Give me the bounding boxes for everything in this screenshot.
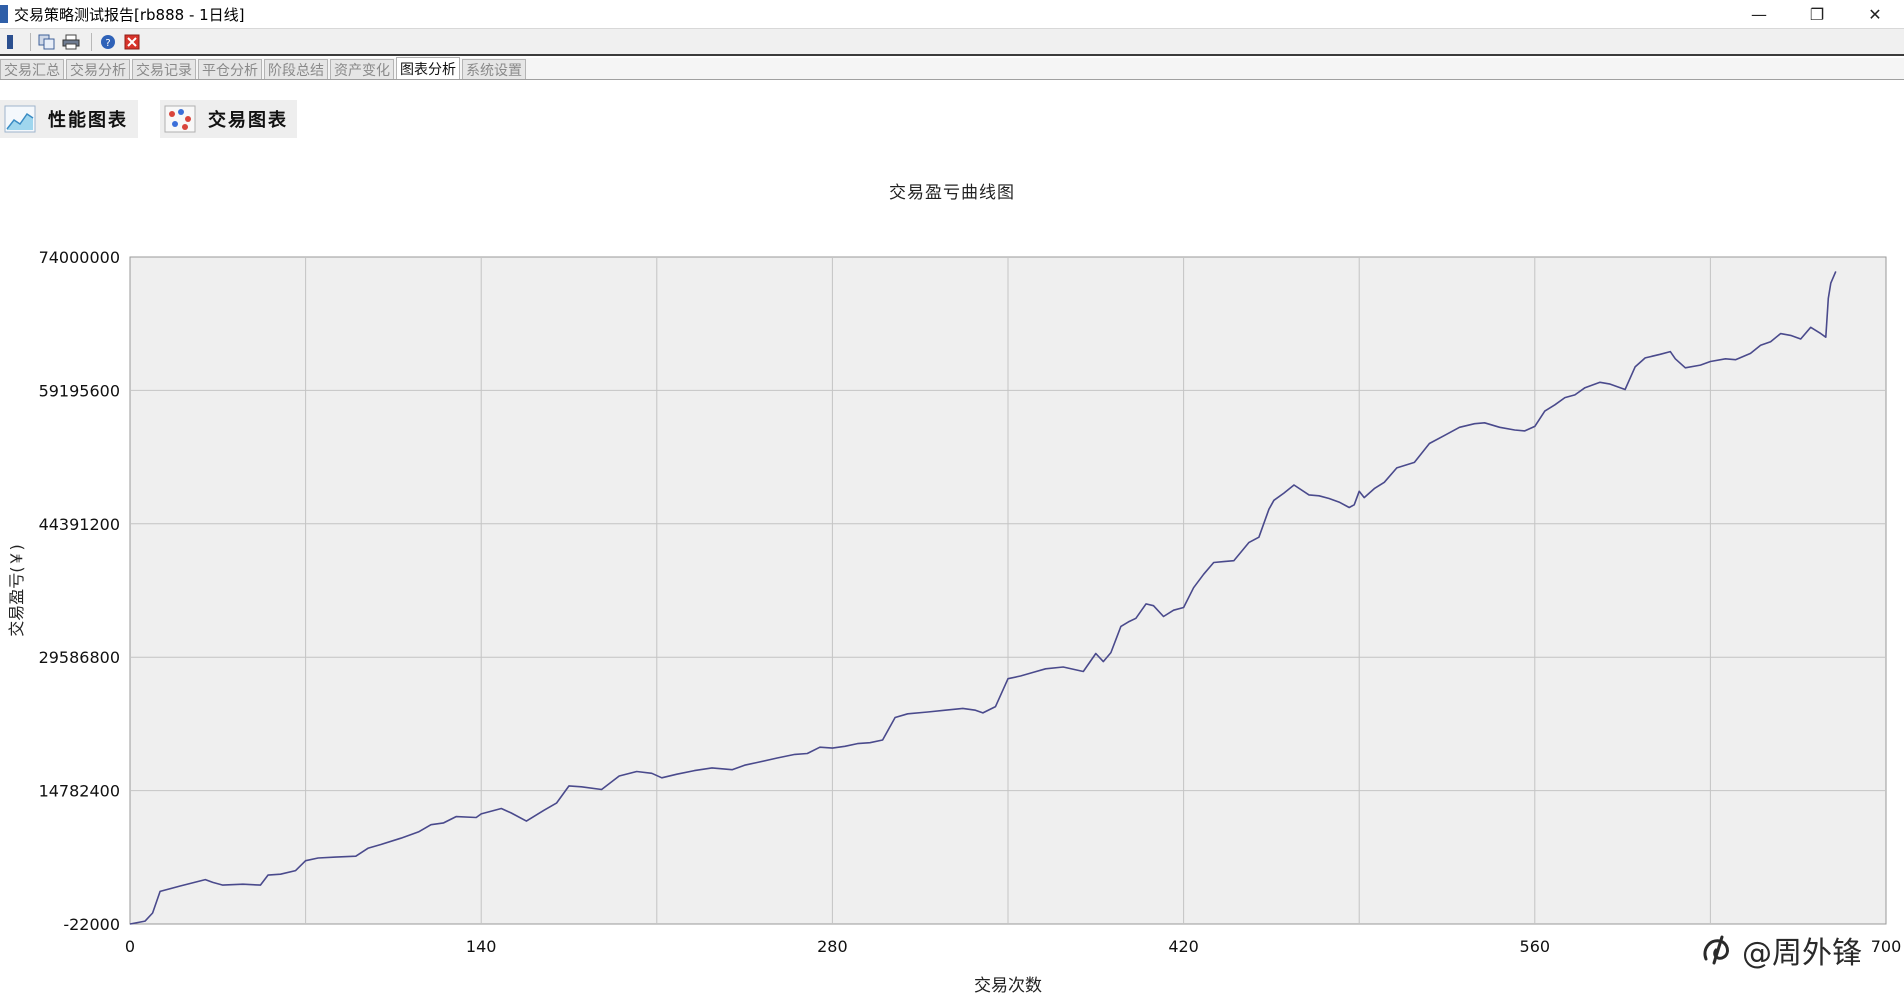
report-window: 交易策略测试报告[rb888 - 1日线] — ❐ ✕ ? 交易汇总 交易分析 …	[0, 0, 1904, 1005]
x-tick-label: 280	[817, 937, 848, 956]
x-tick-label: 0	[125, 937, 135, 956]
y-tick-label: -22000	[63, 915, 120, 934]
watermark: @周外锋	[1700, 928, 1862, 972]
y-axis-label: 交易盈亏(￥)	[7, 544, 26, 637]
pnl-line-chart: 0 140 280 420 560 700 74000000 59195600 44391200…	[7, 248, 1902, 996]
watermark-text: @周外锋	[1742, 936, 1862, 971]
y-tick-label: 14782400	[39, 782, 120, 801]
y-tick-label: 44391200	[39, 515, 120, 534]
x-tick-label: 420	[1168, 937, 1199, 956]
x-tick-label: 140	[466, 937, 497, 956]
x-tick-label: 700	[1871, 937, 1902, 956]
watermark-logo-icon	[1703, 935, 1729, 965]
y-tick-label: 29586800	[39, 648, 120, 667]
x-axis-label: 交易次数	[974, 976, 1042, 996]
y-tick-label: 74000000	[39, 248, 120, 267]
y-tick-label: 59195600	[39, 381, 120, 400]
x-tick-label: 560	[1520, 937, 1551, 956]
